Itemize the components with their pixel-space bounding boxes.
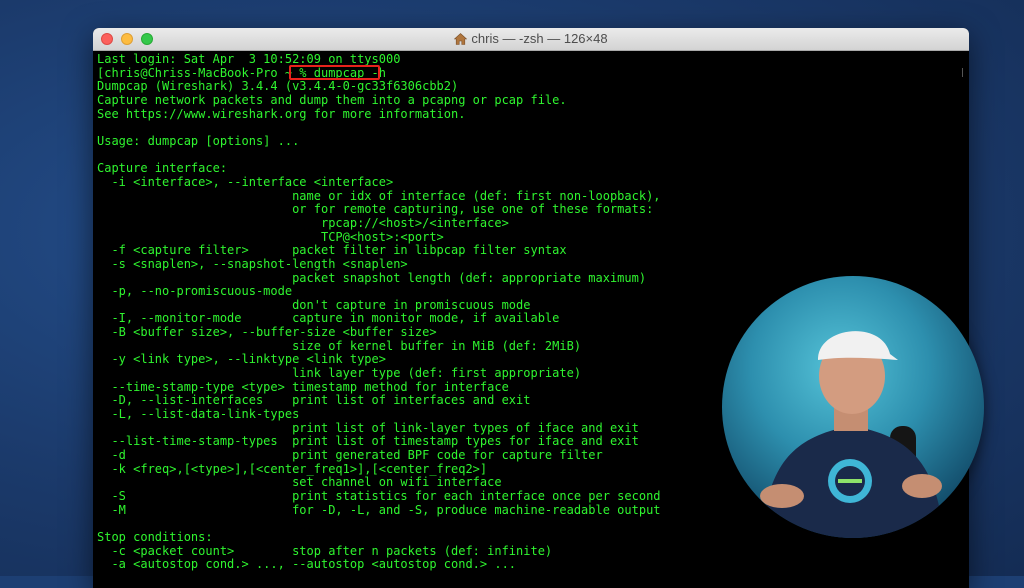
terminal-line: [chris@Chriss-MacBook-Pro ~ % dumpcap -h: [97, 65, 386, 80]
terminal-line: -c <packet count> stop after n packets (…: [97, 543, 553, 558]
webcam-overlay: [722, 276, 984, 538]
terminal-line: -s <snaplen>, --snapshot-length <snaplen…: [97, 256, 408, 271]
window-title: chris — -zsh — 126×48: [93, 28, 969, 50]
terminal-line: See https://www.wireshark.org for more i…: [97, 106, 466, 121]
window-title-text: chris — -zsh — 126×48: [471, 31, 608, 46]
terminal-line: Capture interface:: [97, 161, 228, 176]
scrollbar-indicator[interactable]: [962, 68, 963, 77]
terminal-line: name or idx of interface (def: first non…: [97, 188, 661, 203]
terminal-line: Capture network packets and dump them in…: [97, 92, 567, 107]
desktop-background: chris — -zsh — 126×48 Last login: Sat Ap…: [0, 0, 1024, 588]
terminal-line: -i <interface>, --interface <interface>: [97, 174, 394, 189]
command-highlight-box: [289, 65, 380, 80]
terminal-line: TCP@<host>:<port>: [97, 229, 444, 244]
title-bar[interactable]: chris — -zsh — 126×48: [93, 28, 969, 51]
terminal-line: Usage: dumpcap [options] ...: [97, 133, 300, 148]
terminal-line: -a <autostop cond.> ..., --autostop <aut…: [97, 557, 517, 572]
terminal-line: -f <capture filter> packet filter in lib…: [97, 243, 567, 258]
terminal-line: or for remote capturing, use one of thes…: [97, 202, 654, 217]
terminal-line: Dumpcap (Wireshark) 3.4.4 (v3.4.4-0-gc33…: [97, 79, 459, 94]
presenter-image: [760, 331, 944, 538]
terminal-line: rpcap://<host>/<interface>: [97, 215, 509, 230]
terminal-line: Last login: Sat Apr 3 10:52:09 on ttys00…: [97, 52, 401, 66]
home-icon: [454, 33, 468, 45]
